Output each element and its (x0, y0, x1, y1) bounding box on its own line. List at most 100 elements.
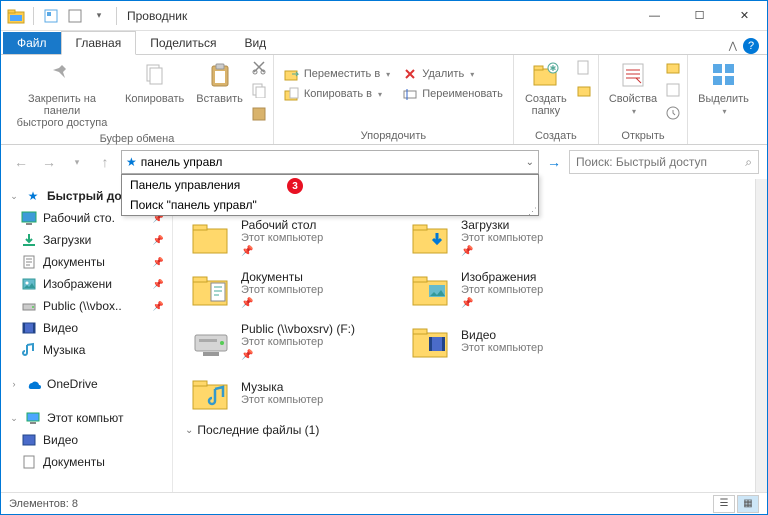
tab-file[interactable]: Файл (3, 32, 61, 54)
item-networkdrive[interactable]: Public (\\vboxsrv) (F:)Этот компьютер📌 (185, 315, 405, 367)
back-button[interactable]: ← (9, 150, 33, 174)
onedrive-icon (25, 376, 41, 392)
documents-folder-icon (189, 267, 233, 311)
address-input[interactable] (141, 155, 522, 169)
sidebar-onedrive[interactable]: ›OneDrive (1, 373, 172, 395)
address-bar[interactable]: ★ ⌄ Панель управления Поиск "панель упра… (121, 150, 539, 174)
search-box[interactable]: ⌕ (569, 150, 759, 174)
paste-shortcut-icon[interactable] (251, 105, 267, 126)
rename-button[interactable]: Переименовать (398, 85, 507, 103)
ribbon-tabs: Файл Главная Поделиться Вид ⋀ ? (1, 31, 767, 55)
desktop-icon (21, 210, 37, 226)
pin-quickaccess-button[interactable]: Закрепить на панели быстрого доступа (7, 57, 117, 131)
suggest-item-1[interactable]: Панель управления (122, 175, 538, 195)
item-video[interactable]: ВидеоЭтот компьютер (405, 315, 625, 367)
qat-dropdown-icon[interactable]: ▾ (88, 5, 110, 27)
search-icon[interactable]: ⌕ (745, 155, 752, 170)
qat-properties-icon[interactable] (40, 5, 62, 27)
quickaccess-star-icon: ★ (126, 155, 137, 169)
video-folder-icon (409, 319, 453, 363)
cut-icon[interactable] (251, 59, 267, 80)
newfolder-icon: ✱ (530, 59, 562, 91)
resize-grip-icon[interactable]: ⋰ (528, 208, 537, 214)
titlebar: ▾ Проводник ― ☐ ✕ (1, 1, 767, 31)
delete-button[interactable]: Удалить▾ (398, 65, 507, 83)
tab-share[interactable]: Поделиться (136, 32, 230, 54)
sidebar-thispc[interactable]: ⌄Этот компьют (1, 407, 172, 429)
recent-locations-button[interactable]: ▾ (65, 150, 89, 174)
sidebar-item-video[interactable]: Видео (1, 317, 172, 339)
music-icon (21, 342, 37, 358)
suggest-item-2[interactable]: Поиск "панель управл" (122, 195, 538, 215)
documents-icon (21, 254, 37, 270)
easyaccess-icon[interactable] (576, 82, 592, 103)
forward-button[interactable]: → (37, 150, 61, 174)
item-desktop[interactable]: Рабочий столЭтот компьютер📌 (185, 211, 405, 263)
sidebar-item-pictures[interactable]: Изображени📌 (1, 273, 172, 295)
paste-button[interactable]: Вставить (192, 57, 247, 107)
close-button[interactable]: ✕ (722, 1, 767, 31)
qat-newfolder-icon[interactable] (64, 5, 86, 27)
ribbon: Закрепить на панели быстрого доступа Коп… (1, 55, 767, 145)
help-icon[interactable]: ? (743, 38, 759, 54)
go-button[interactable]: → (543, 151, 565, 173)
copyto-button[interactable]: Копировать в▾ (280, 85, 394, 103)
downloads-folder-icon (409, 215, 453, 259)
copypath-icon[interactable] (251, 82, 267, 103)
folder-icon (189, 215, 233, 259)
pictures-icon (21, 276, 37, 292)
status-count: Элементов: 8 (9, 498, 78, 510)
search-input[interactable] (576, 155, 741, 169)
annotation-badge: 3 (287, 178, 303, 194)
newitem-icon[interactable] (576, 59, 592, 80)
sidebar-item-network[interactable]: Public (\\vbox..📌 (1, 295, 172, 317)
moveto-button[interactable]: Переместить в▾ (280, 65, 394, 83)
properties-icon (617, 59, 649, 91)
sidebar-pc-documents[interactable]: Документы (1, 451, 172, 473)
item-downloads[interactable]: ЗагрузкиЭтот компьютер📌 (405, 211, 625, 263)
recent-files-header[interactable]: ⌄Последние файлы (1) (185, 419, 743, 441)
moveto-icon (284, 66, 300, 82)
item-documents[interactable]: ДокументыЭтот компьютер📌 (185, 263, 405, 315)
maximize-button[interactable]: ☐ (677, 1, 722, 31)
newfolder-button[interactable]: ✱ Создать папку (520, 57, 572, 119)
open-icon[interactable] (665, 59, 681, 80)
downloads-icon (21, 232, 37, 248)
copy-button[interactable]: Копировать (121, 57, 188, 107)
delete-icon (402, 66, 418, 82)
address-dropdown-icon[interactable]: ⌄ (526, 157, 534, 168)
documents-icon (21, 454, 37, 470)
history-icon[interactable] (665, 105, 681, 126)
up-button[interactable]: ↑ (93, 150, 117, 174)
pin-icon (46, 59, 78, 91)
address-row: ← → ▾ ↑ ★ ⌄ Панель управления Поиск "пан… (1, 145, 767, 179)
sidebar-pc-video[interactable]: Видео (1, 429, 172, 451)
edit-icon[interactable] (665, 82, 681, 103)
explorer-icon (5, 5, 27, 27)
select-button[interactable]: Выделить▾ (694, 57, 753, 118)
video-icon (21, 432, 37, 448)
select-icon (708, 59, 740, 91)
minimize-button[interactable]: ― (632, 1, 677, 31)
network-drive-icon (21, 298, 37, 314)
view-details-button[interactable]: ☰ (713, 495, 735, 513)
tab-view[interactable]: Вид (230, 32, 280, 54)
statusbar: Элементов: 8 ☰ ▦ (1, 492, 767, 514)
svg-text:✱: ✱ (549, 64, 556, 73)
nav-sidebar: ⌄★Быстрый дост Рабочий сто.📌 Загрузки📌 Д… (1, 179, 173, 496)
copy-icon (139, 59, 171, 91)
music-folder-icon (189, 371, 233, 415)
content-pane: Рабочий столЭтот компьютер📌 ЗагрузкиЭтот… (173, 179, 755, 496)
address-suggestions: Панель управления Поиск "панель управл" … (121, 174, 539, 216)
collapse-ribbon-icon[interactable]: ⋀ (729, 41, 737, 52)
view-large-button[interactable]: ▦ (737, 495, 759, 513)
window-title: Проводник (127, 9, 187, 23)
scrollbar[interactable] (755, 179, 767, 496)
tab-home[interactable]: Главная (61, 31, 137, 55)
item-pictures[interactable]: ИзображенияЭтот компьютер📌 (405, 263, 625, 315)
properties-button[interactable]: Свойства▾ (605, 57, 661, 118)
item-music[interactable]: МузыкаЭтот компьютер (185, 367, 405, 419)
sidebar-item-downloads[interactable]: Загрузки📌 (1, 229, 172, 251)
sidebar-item-music[interactable]: Музыка (1, 339, 172, 361)
sidebar-item-documents[interactable]: Документы📌 (1, 251, 172, 273)
